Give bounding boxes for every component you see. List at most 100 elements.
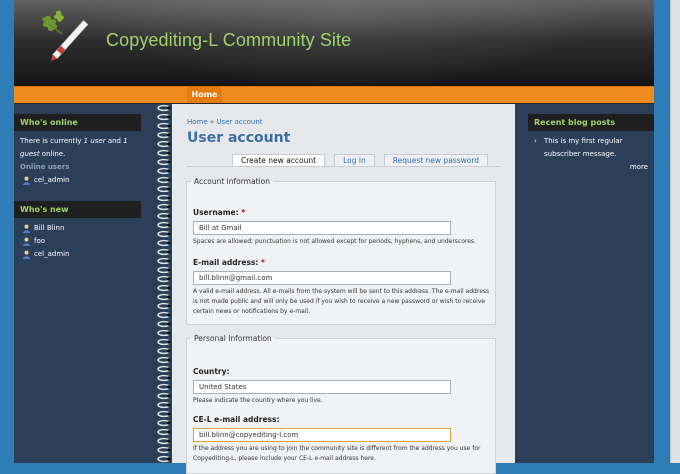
spiral-ring [157, 140, 171, 148]
online-user-count: 1 user [83, 137, 106, 145]
spiral-ring [157, 104, 171, 112]
tab-log-in[interactable]: Log in [334, 154, 375, 166]
online-summary-and: and [105, 137, 124, 145]
country-input[interactable]: United States [193, 380, 451, 394]
personal-information-legend: Personal Information [194, 334, 272, 343]
online-user-name[interactable]: cel_admin [34, 174, 70, 187]
tab-create-new-account[interactable]: Create new account [232, 154, 326, 166]
more-link[interactable]: more [534, 161, 648, 174]
cel-email-description: If the address you are using to join the… [193, 445, 481, 462]
spiral-ring [157, 347, 171, 355]
breadcrumb-user-account-link[interactable]: User account [216, 118, 262, 126]
username-label-text: Username: [193, 208, 239, 217]
spiral-ring [157, 374, 171, 382]
username-input[interactable]: Bill at Gmail [193, 221, 451, 235]
right-sidebar: Recent blog posts › This is my first reg… [528, 114, 654, 178]
main-content: Home » User account User account Create … [172, 104, 515, 474]
spiral-ring [157, 437, 171, 445]
spiral-ring [157, 293, 171, 301]
whos-online-content: There is currently 1 user and 1 guest on… [14, 131, 141, 191]
required-marker: * [261, 258, 265, 267]
account-information-legend: Account information [194, 177, 270, 186]
country-description: Please indicate the country where you li… [193, 397, 323, 404]
window-edge [654, 0, 680, 463]
user-icon [23, 250, 30, 259]
cel-email-label: CE-L e-mail address: [193, 415, 280, 424]
nav-home-link[interactable]: Home [187, 87, 222, 103]
site-name[interactable]: Copyediting-L Community Site [106, 30, 351, 51]
spiral-ring [157, 167, 171, 175]
spiral-ring [157, 185, 171, 193]
spiral-ring [157, 131, 171, 139]
spiral-ring [157, 419, 171, 427]
whos-new-content: Bill Blinn foo cel_admin [14, 218, 141, 265]
spiral-ring [157, 212, 171, 220]
spiral-ring [157, 257, 171, 265]
spiral-ring [157, 338, 171, 346]
spiral-ring [157, 410, 171, 418]
new-user-item[interactable]: cel_admin [20, 248, 135, 261]
spiral-ring [157, 401, 171, 409]
whos-new-title: Who's new [14, 201, 141, 218]
email-description: A valid e-mail address. All e-mails from… [193, 288, 490, 315]
email-label: E-mail address: * [193, 258, 265, 267]
page-title: User account [187, 130, 291, 146]
spiral-ring [157, 356, 171, 364]
spiral-binding-decoration [157, 104, 171, 463]
user-icon [23, 224, 30, 233]
spiral-ring [157, 275, 171, 283]
tab-request-new-password[interactable]: Request new password [383, 154, 489, 166]
new-user-name[interactable]: foo [34, 235, 45, 248]
primary-nav: Home [14, 86, 654, 105]
online-users-label: Online users [20, 163, 70, 171]
online-summary-end: online. [39, 150, 66, 158]
online-summary-text: There is currently [20, 137, 84, 145]
country-label: Country: [193, 367, 230, 376]
required-marker: * [241, 208, 246, 217]
spiral-ring [157, 284, 171, 292]
tabs-divider [187, 166, 500, 167]
breadcrumb-home-link[interactable]: Home [187, 118, 208, 126]
account-information-fieldset: Account information Username: * Bill at … [186, 177, 496, 325]
celery-pencil-logo-icon[interactable] [34, 10, 104, 72]
email-input[interactable]: bill.blinn@gmail.com [193, 271, 451, 285]
online-user-item[interactable]: cel_admin [20, 174, 135, 187]
new-user-name[interactable]: cel_admin [34, 248, 70, 261]
scrollbar-track[interactable] [670, 0, 680, 463]
spiral-ring [157, 311, 171, 319]
personal-information-fieldset: Personal Information Country: United Sta… [186, 334, 496, 474]
cel-email-input[interactable]: bill.blinn@copyediting-l.com [193, 428, 451, 442]
spiral-ring [157, 230, 171, 238]
spiral-ring [157, 248, 171, 256]
spiral-ring [157, 365, 171, 373]
new-user-item[interactable]: foo [20, 235, 135, 248]
new-user-name[interactable]: Bill Blinn [34, 222, 64, 235]
spiral-ring [157, 113, 171, 121]
spiral-ring [157, 149, 171, 157]
online-summary: There is currently 1 user and 1 guest on… [20, 135, 135, 161]
recent-blog-posts-title: Recent blog posts [528, 114, 654, 131]
site-header: Copyediting-L Community Site [14, 0, 654, 86]
username-label: Username: * [193, 208, 245, 217]
spiral-ring [157, 176, 171, 184]
new-user-item[interactable]: Bill Blinn [20, 222, 135, 235]
spiral-ring [157, 383, 171, 391]
blog-post-link[interactable]: This is my first regular subscriber mess… [544, 135, 648, 161]
blog-post-item[interactable]: › This is my first regular subscriber me… [534, 135, 648, 161]
spiral-ring [157, 266, 171, 274]
username-description: Spaces are allowed; punctuation is not a… [193, 238, 476, 245]
email-label-text: E-mail address: [193, 258, 259, 267]
recent-blog-posts-content: › This is my first regular subscriber me… [528, 131, 654, 178]
spiral-ring [157, 302, 171, 310]
user-icon [23, 237, 30, 246]
spiral-ring [157, 122, 171, 130]
spiral-ring [157, 392, 171, 400]
spiral-ring [157, 158, 171, 166]
spiral-ring [157, 428, 171, 436]
spiral-ring [157, 320, 171, 328]
spiral-ring [157, 239, 171, 247]
user-icon [23, 176, 30, 185]
breadcrumb: Home » User account [187, 118, 263, 126]
bullet-arrow-icon: › [534, 137, 537, 145]
spiral-ring [157, 203, 171, 211]
